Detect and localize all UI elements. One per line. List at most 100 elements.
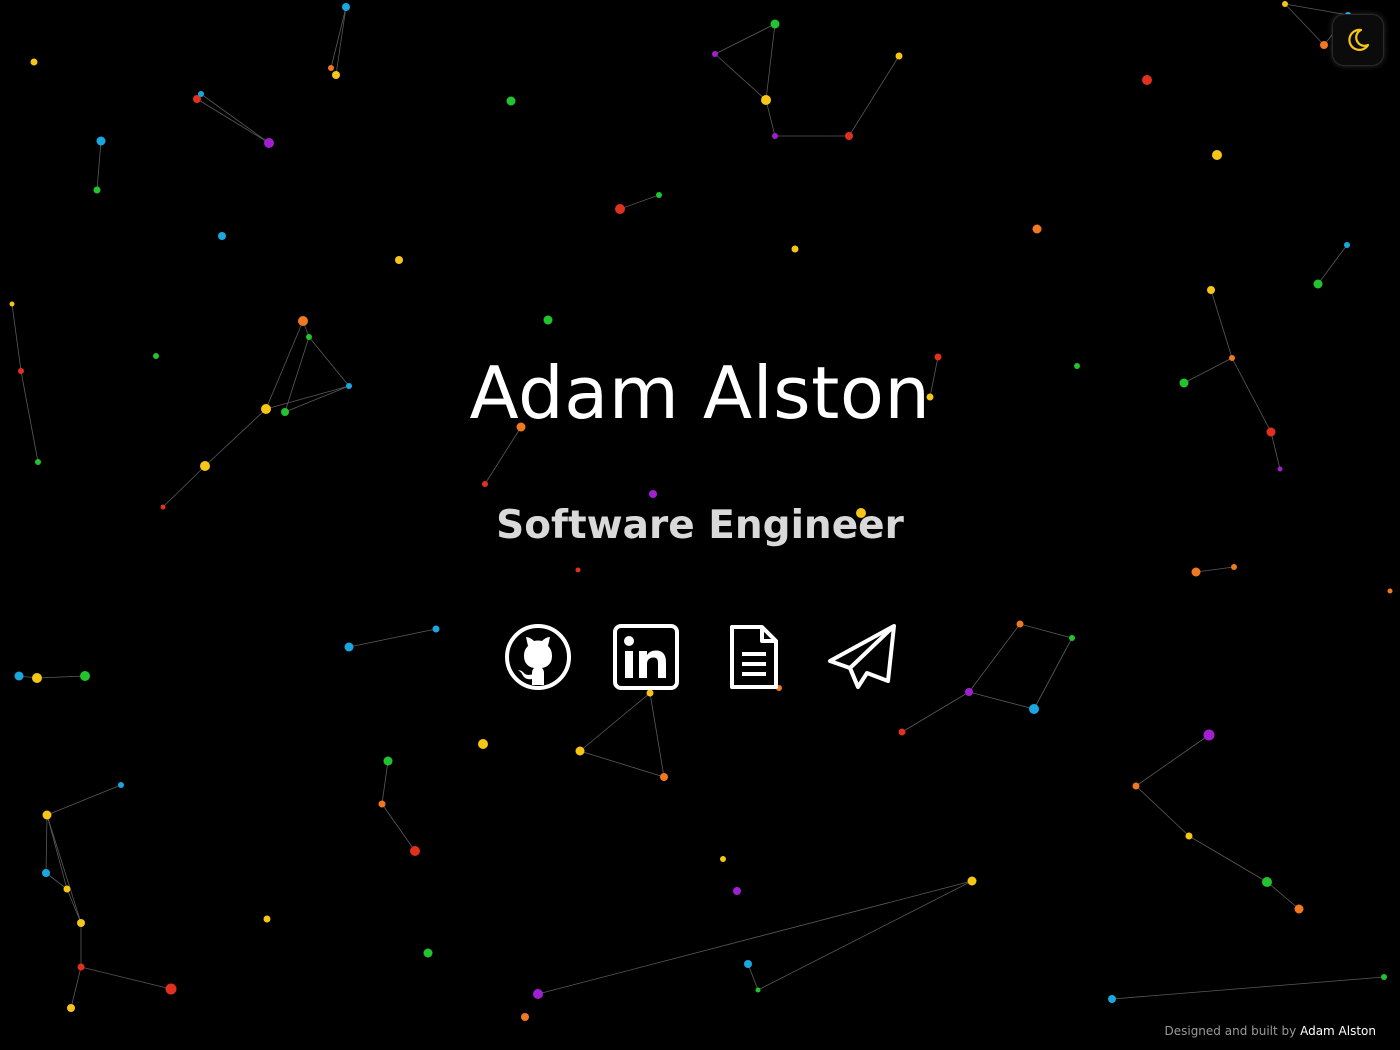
particle-dot (1277, 466, 1283, 472)
particle-dot (1262, 877, 1272, 887)
particle-dot (1282, 1, 1288, 7)
particle-dot (1191, 567, 1201, 577)
particle-dot (1032, 224, 1042, 234)
particle-dot (575, 567, 581, 573)
particle-dot (1381, 974, 1387, 980)
particle-link (1111, 976, 1385, 1000)
particle-dot (165, 983, 177, 995)
particle-link (46, 784, 122, 816)
social-links (0, 620, 1400, 694)
particle-dot (332, 71, 340, 79)
particle-link (901, 691, 970, 733)
particle-dot (1320, 41, 1328, 49)
particle-link (579, 692, 651, 752)
particle-dot (1344, 242, 1350, 248)
particle-dot (1203, 729, 1215, 741)
particle-dot (298, 316, 308, 326)
particle-dot (35, 459, 41, 465)
particle-dot (1142, 75, 1152, 85)
particle-dot (533, 989, 543, 999)
particle-dot (383, 756, 393, 766)
particle-link (765, 23, 776, 101)
particle-dot (218, 232, 226, 240)
particle-dot (615, 204, 625, 214)
particle-dot (118, 782, 124, 788)
moon-icon (1348, 28, 1370, 51)
particle-link (579, 750, 665, 778)
particle-dot (478, 739, 488, 749)
particle-dot (770, 19, 780, 29)
particle-dot (575, 746, 585, 756)
footer-credit: Designed and built by Adam Alston (1164, 1024, 1376, 1038)
document-icon (730, 625, 778, 689)
particle-dot (755, 987, 761, 993)
paper-plane-icon (828, 624, 896, 689)
linkedin-icon (613, 624, 679, 690)
particle-link (848, 55, 900, 137)
particle-link (80, 966, 172, 990)
particle-dot (1207, 286, 1215, 294)
particle-dot (1231, 564, 1237, 570)
particle-dot (543, 315, 553, 325)
particle-dot (1108, 995, 1116, 1003)
particle-link (381, 803, 416, 852)
theme-toggle-button[interactable] (1332, 14, 1384, 66)
particle-link (765, 99, 776, 137)
particle-link (537, 880, 973, 995)
particle-dot (410, 846, 420, 856)
particle-dot (660, 773, 668, 781)
particle-link (1270, 431, 1281, 470)
particle-link (1188, 835, 1268, 883)
particle-link (1195, 566, 1235, 573)
particle-dot (306, 334, 312, 340)
particle-dot (342, 3, 350, 11)
linkedin-link[interactable] (610, 621, 682, 693)
particle-link (70, 966, 82, 1009)
particle-dot (521, 1013, 529, 1021)
particle-dot (720, 856, 726, 862)
particle-dot (93, 186, 101, 194)
particle-link (1210, 289, 1233, 359)
particle-link (747, 963, 759, 991)
particle-dot (77, 919, 85, 927)
particle-link (757, 880, 973, 991)
particle-link (200, 93, 270, 144)
particle-dot (423, 948, 433, 958)
particle-link (619, 194, 660, 210)
resume-link[interactable] (718, 621, 790, 693)
particle-link (1266, 881, 1300, 910)
particle-dot (200, 461, 210, 471)
particle-dot (1313, 279, 1323, 289)
particle-dot (378, 800, 386, 808)
particle-link (1317, 244, 1348, 285)
particle-dot (9, 301, 15, 307)
page-background: Adam Alston Software Engineer Designed a… (0, 0, 1400, 1050)
particle-dot (772, 133, 778, 139)
particle-dot (1185, 832, 1193, 840)
footer-prefix: Designed and built by (1164, 1024, 1297, 1038)
particle-dot (1132, 782, 1140, 790)
particle-dot (967, 876, 977, 886)
particle-dot (712, 51, 718, 57)
particle-dot (395, 256, 403, 264)
particle-dot (791, 245, 799, 253)
footer-author[interactable]: Adam Alston (1300, 1024, 1376, 1038)
particle-link (1284, 3, 1349, 16)
particle-link (714, 23, 776, 55)
particle-link (45, 814, 48, 874)
particle-link (96, 140, 102, 191)
particle-dot (744, 960, 752, 968)
particle-dot (1029, 704, 1039, 714)
github-link[interactable] (502, 621, 574, 693)
particle-dot (761, 95, 771, 105)
particle-dot (733, 887, 741, 895)
particle-dot (895, 52, 903, 60)
contact-link[interactable] (826, 621, 898, 693)
particle-dot (77, 963, 85, 971)
particle-link (714, 53, 767, 101)
particle-dot (263, 915, 271, 923)
particle-dot (63, 885, 71, 893)
particle-dot (30, 58, 38, 66)
particle-dot (1294, 904, 1304, 914)
hero-name: Adam Alston (469, 351, 931, 435)
